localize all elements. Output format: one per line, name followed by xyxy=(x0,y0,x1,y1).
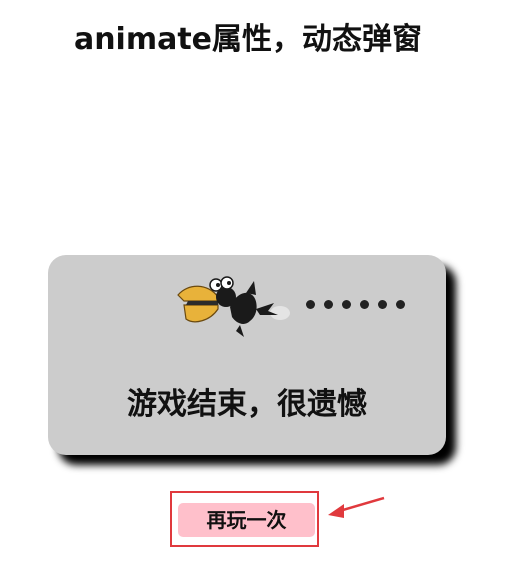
trail-dot xyxy=(378,300,387,309)
play-again-button[interactable]: 再玩一次 xyxy=(178,503,315,537)
highlight-box: 再玩一次 xyxy=(170,491,319,547)
trail-dot xyxy=(306,300,315,309)
trail-dot xyxy=(396,300,405,309)
trail-dot xyxy=(360,300,369,309)
page-title: animate属性，动态弹窗 xyxy=(73,22,423,57)
trail-dots xyxy=(306,300,405,309)
trail-dot xyxy=(324,300,333,309)
flappy-bird-icon xyxy=(177,276,290,337)
game-over-popup: 游戏结束，很遗憾 xyxy=(48,255,446,455)
game-over-message: 游戏结束，很遗憾 xyxy=(127,387,367,422)
trail-dot xyxy=(342,300,351,309)
red-pointer-arrow-icon xyxy=(328,496,385,518)
